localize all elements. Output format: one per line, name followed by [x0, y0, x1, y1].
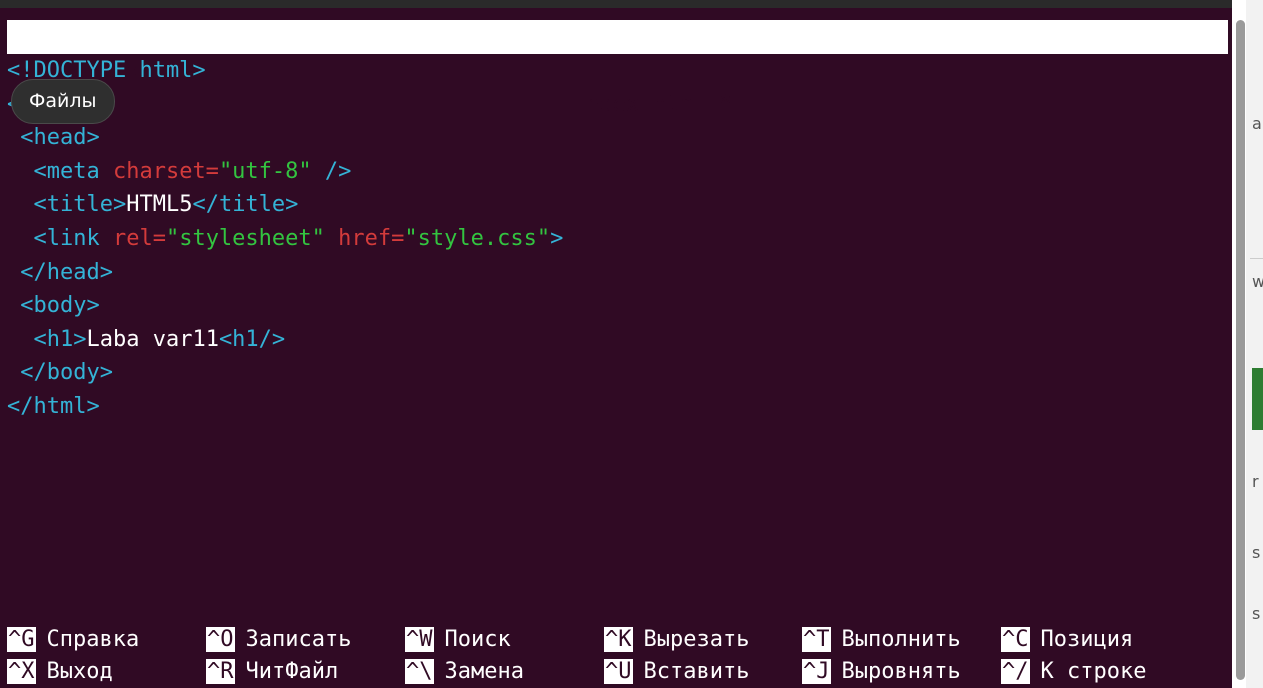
terminal-window[interactable]: GNU nano 7.2 index.html * <!DOCTYPE html…	[0, 0, 1232, 688]
shortcut-item: ^/ К строке	[1001, 656, 1146, 688]
code-token-attr: rel=	[112, 225, 166, 251]
shortcut-bar: ^G Справка ^O Записать ^W Поиск ^K Вырезать ^T Вы…	[7, 624, 1228, 688]
background-green-element	[1252, 368, 1263, 430]
code-token-tag: <h1>	[7, 326, 87, 352]
shortcut-item: ^R ЧитФайл	[206, 656, 338, 688]
shortcut-key: ^O	[206, 627, 235, 652]
code-token-txt: HTML5	[126, 192, 193, 218]
shortcut-label: Вставить	[643, 659, 750, 684]
background-text-fragment: s	[1252, 604, 1261, 623]
shortcut-key: ^T	[802, 627, 831, 652]
code-token-tag: <body>	[7, 293, 100, 319]
code-line[interactable]: <head>	[7, 121, 1228, 155]
background-divider	[1250, 258, 1263, 259]
shortcut-key: ^R	[206, 659, 235, 684]
code-line[interactable]: <body>	[7, 289, 1228, 323]
code-line[interactable]: </body>	[7, 356, 1228, 390]
shortcut-item: ^O Записать	[206, 624, 351, 656]
background-window-edge: a w r s s	[1246, 0, 1263, 688]
code-line[interactable]: </html>	[7, 390, 1228, 424]
code-token-tag: </body>	[7, 360, 113, 386]
shortcut-label: ЧитФайл	[245, 659, 339, 684]
code-token-tag: <link	[7, 225, 113, 251]
shortcut-key: ^/	[1001, 659, 1030, 684]
code-line[interactable]: <!DOCTYPE html>	[7, 54, 1228, 88]
shortcut-label: Выровнять	[841, 659, 961, 684]
shortcut-item: ^\ Замена	[405, 656, 524, 688]
shortcut-item: ^J Выровнять	[802, 656, 961, 688]
code-token-tag: <title>	[7, 192, 127, 218]
code-token-str: "stylesheet"	[165, 225, 325, 251]
code-token-str: "style.css"	[404, 225, 551, 251]
code-line[interactable]: <link rel="stylesheet" href="style.css">	[7, 222, 1228, 256]
code-line[interactable]: <html>	[7, 88, 1228, 122]
files-tooltip: Файлы	[11, 79, 115, 124]
code-token-tag: <meta	[7, 158, 113, 184]
code-token-tag	[325, 226, 338, 251]
shortcut-key: ^W	[405, 627, 434, 652]
shortcut-key: ^G	[7, 627, 36, 652]
terminal-scrollbar[interactable]	[1236, 20, 1245, 680]
shortcut-label: Поиск	[444, 627, 511, 652]
code-token-tag: >	[550, 225, 564, 251]
code-token-str: "utf-8"	[218, 158, 312, 184]
code-token-tag: </head>	[7, 259, 113, 285]
shortcut-item: ^T Выполнить	[802, 624, 961, 656]
code-token-tag: />	[311, 158, 352, 184]
shortcut-label: Записать	[245, 627, 352, 652]
shortcut-key: ^K	[604, 627, 633, 652]
shortcut-key: ^\	[405, 659, 434, 684]
editor-buffer[interactable]: <!DOCTYPE html><html> <head> <meta chars…	[7, 54, 1228, 424]
nano-titlebar: GNU nano 7.2 index.html *	[7, 20, 1228, 117]
code-token-tag: <head>	[7, 125, 100, 151]
shortcut-key: ^U	[604, 659, 633, 684]
code-token-tag: </html>	[7, 393, 100, 419]
shortcut-key: ^C	[1001, 627, 1030, 652]
code-token-attr: charset=	[112, 158, 219, 184]
shortcut-label: К строке	[1040, 659, 1147, 684]
background-text-fragment: w	[1252, 272, 1263, 291]
shortcut-item: ^G Справка	[7, 624, 139, 656]
shortcut-label: Замена	[444, 659, 524, 684]
code-token-tag: </title>	[192, 192, 299, 218]
code-line[interactable]: <title>HTML5</title>	[7, 188, 1228, 222]
background-text-fragment: s	[1252, 543, 1261, 562]
shortcut-key: ^X	[7, 659, 36, 684]
code-token-tag: <h1/>	[218, 326, 286, 352]
code-line[interactable]: </head>	[7, 256, 1228, 290]
shortcut-item: ^K Вырезать	[604, 624, 749, 656]
shortcut-item: ^W Поиск	[405, 624, 511, 656]
shortcut-label: Позиция	[1040, 627, 1134, 652]
shortcut-label: Выполнить	[841, 627, 961, 652]
code-line[interactable]: <meta charset="utf-8" />	[7, 155, 1228, 189]
screen: GNU nano 7.2 index.html * <!DOCTYPE html…	[0, 0, 1263, 688]
background-text-fragment: a	[1252, 114, 1262, 133]
shortcut-item: ^X Выход	[7, 656, 113, 688]
code-token-attr: href=	[338, 225, 405, 251]
background-text-fragment: r	[1252, 472, 1259, 491]
code-line[interactable]: <h1>Laba var11<h1/>	[7, 323, 1228, 357]
shortcut-label: Справка	[46, 627, 140, 652]
shortcut-item: ^C Позиция	[1001, 624, 1133, 656]
window-top-edge	[0, 0, 1232, 8]
code-token-txt: Laba var11	[86, 326, 219, 352]
shortcut-item: ^U Вставить	[604, 656, 749, 688]
shortcut-label: Вырезать	[643, 627, 750, 652]
shortcut-label: Выход	[46, 659, 113, 684]
shortcut-key: ^J	[802, 659, 831, 684]
